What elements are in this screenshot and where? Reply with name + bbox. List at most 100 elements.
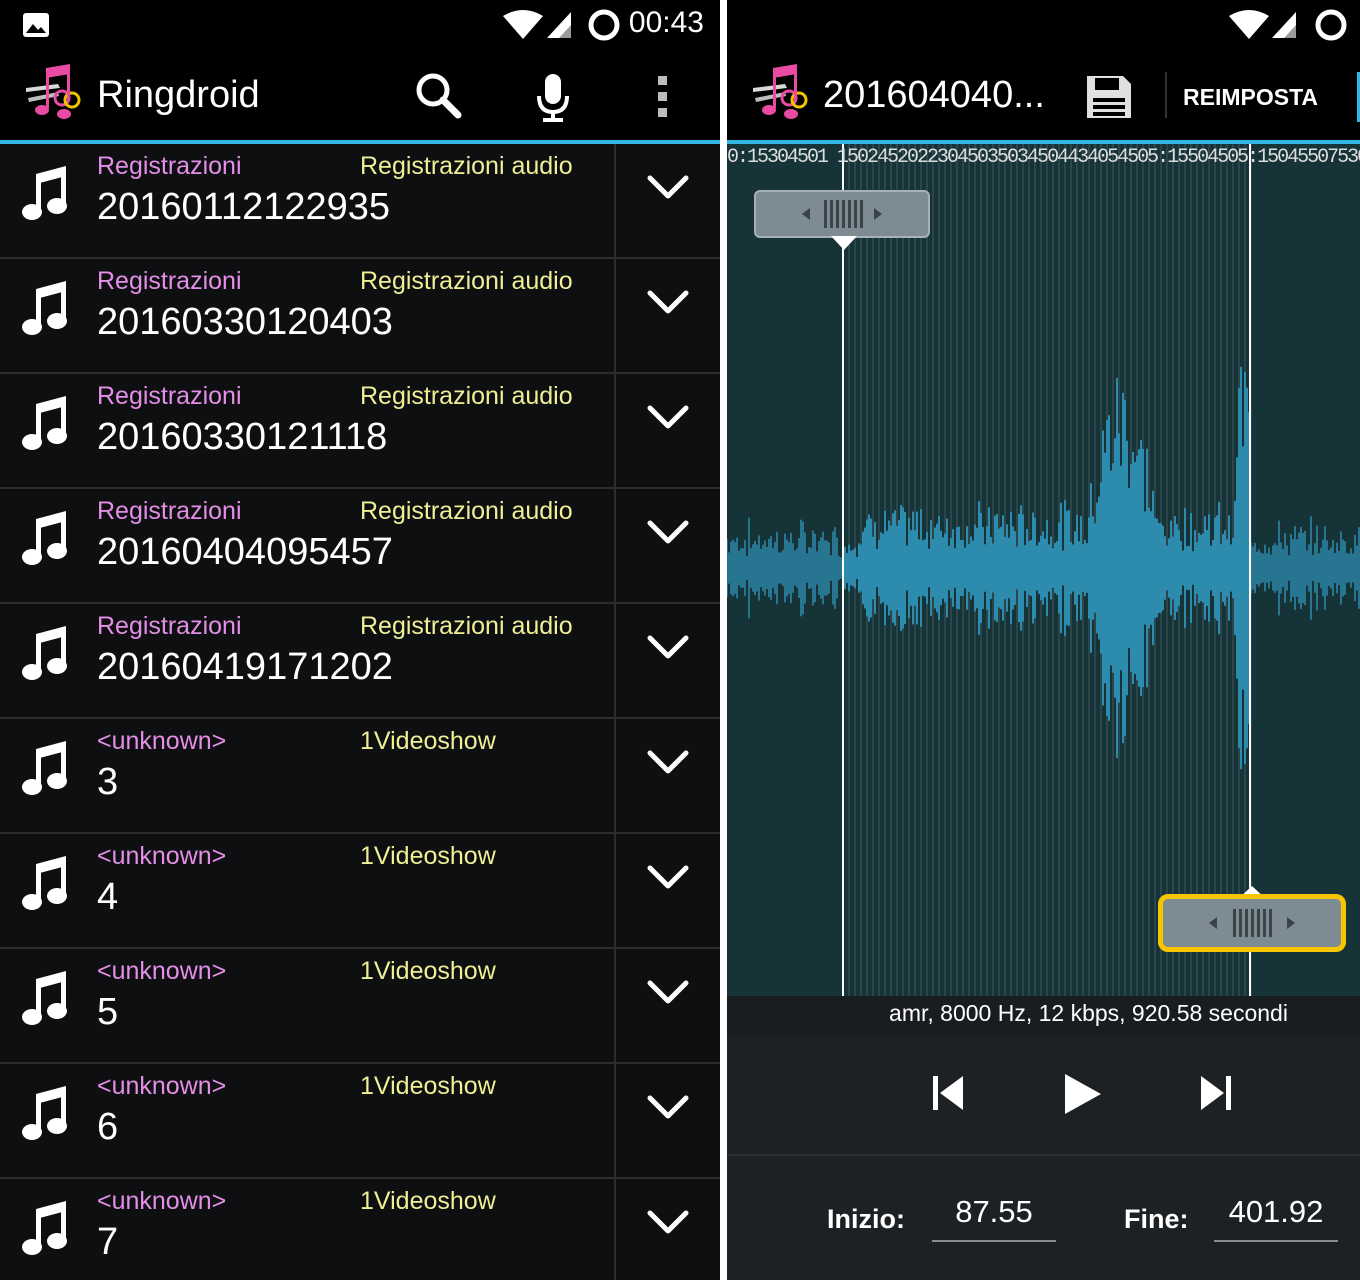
waveform-graphic: [727, 144, 1360, 996]
status-time: 00:43: [628, 6, 704, 39]
search-icon[interactable]: [413, 70, 463, 120]
item-title: 6: [97, 1106, 119, 1148]
save-icon[interactable]: [1085, 74, 1133, 120]
ringdroid-logo-icon[interactable]: [751, 64, 813, 122]
item-title: 20160112122935: [97, 186, 391, 228]
item-artist: Registrazioni: [97, 612, 242, 640]
music-note-icon: [22, 511, 67, 565]
expand-button[interactable]: [616, 259, 720, 372]
item-artist: <unknown>: [97, 1187, 227, 1215]
expand-button[interactable]: [616, 604, 720, 717]
gallery-notification-icon: [23, 13, 49, 37]
item-artist: <unknown>: [97, 842, 227, 870]
expand-button[interactable]: [616, 374, 720, 487]
music-note-icon: [22, 1201, 67, 1255]
editor-action-bar: 201604040... REIMPOSTA: [727, 48, 1360, 140]
end-label: Fine:: [1124, 1204, 1189, 1234]
music-note-icon: [22, 626, 67, 680]
item-title: 20160330121118: [97, 416, 388, 458]
play-icon[interactable]: [1063, 1072, 1103, 1116]
drag-grip-icon: [802, 200, 882, 228]
battery-charging-icon: [1315, 9, 1347, 41]
list-item[interactable]: Registrazioni Registrazioni audio 201603…: [0, 374, 720, 489]
start-marker-pointer: [831, 236, 857, 250]
list-item[interactable]: <unknown> 1Videoshow 6: [0, 1064, 720, 1179]
chevron-down-icon: [647, 750, 689, 774]
item-album: Registrazioni audio: [360, 267, 573, 295]
file-info: amr, 8000 Hz, 12 kbps, 920.58 secondi: [889, 1000, 1288, 1026]
item-title: 3: [97, 761, 119, 803]
wifi-icon: [1229, 10, 1269, 39]
chevron-down-icon: [647, 635, 689, 659]
item-title: 20160404095457: [97, 531, 393, 573]
skip-next-icon[interactable]: [1199, 1074, 1233, 1112]
item-artist: Registrazioni: [97, 382, 242, 410]
ringdroid-logo-icon: [26, 64, 81, 119]
item-album: Registrazioni audio: [360, 497, 573, 525]
start-time-field[interactable]: 87.55: [932, 1194, 1056, 1242]
music-note-icon: [22, 281, 67, 335]
list-item[interactable]: <unknown> 1Videoshow 3: [0, 719, 720, 834]
microphone-icon[interactable]: [534, 72, 572, 124]
ringdroid-editor-screen: 201604040... REIMPOSTA 0:15304501 150245…: [727, 0, 1360, 1280]
music-note-icon: [22, 971, 67, 1025]
music-note-icon: [22, 741, 67, 795]
signal-icon: [1272, 12, 1296, 38]
item-artist: <unknown>: [97, 957, 227, 985]
playback-controls: [727, 1036, 1360, 1154]
item-album: Registrazioni audio: [360, 382, 573, 410]
item-title: 4: [97, 876, 119, 918]
chevron-down-icon: [647, 865, 689, 889]
start-marker-handle[interactable]: [754, 190, 930, 238]
trim-fields: Inizio: 87.55 Fine: 401.92: [727, 1154, 1360, 1280]
expand-button[interactable]: [616, 834, 720, 947]
overflow-menu-icon[interactable]: [652, 74, 674, 120]
item-artist: <unknown>: [97, 727, 227, 755]
end-marker-handle[interactable]: [1158, 894, 1346, 952]
item-album: Registrazioni audio: [360, 152, 573, 180]
editor-title: 201604040...: [823, 74, 1045, 116]
item-title: 20160419171202: [97, 646, 393, 688]
screen-divider: [720, 0, 727, 1280]
drag-grip-icon: [1209, 909, 1295, 937]
skip-previous-icon[interactable]: [931, 1074, 965, 1112]
expand-button[interactable]: [616, 1179, 720, 1280]
list-item[interactable]: <unknown> 1Videoshow 5: [0, 949, 720, 1064]
item-title: 5: [97, 991, 119, 1033]
list-item[interactable]: <unknown> 1Videoshow 7: [0, 1179, 720, 1280]
list-item[interactable]: Registrazioni Registrazioni audio 201603…: [0, 259, 720, 374]
action-bar: Ringdroid: [0, 48, 720, 140]
item-title: 7: [97, 1221, 119, 1263]
expand-button[interactable]: [616, 1064, 720, 1177]
item-album: 1Videoshow: [360, 1072, 496, 1100]
item-title: 20160330120403: [97, 301, 393, 343]
list-item[interactable]: Registrazioni Registrazioni audio 201604…: [0, 604, 720, 719]
chevron-down-icon: [647, 290, 689, 314]
app-title: Ringdroid: [97, 74, 260, 116]
list-item[interactable]: <unknown> 1Videoshow 4: [0, 834, 720, 949]
status-bar-right: [727, 0, 1360, 48]
end-time-field[interactable]: 401.92: [1214, 1194, 1338, 1242]
expand-button[interactable]: [616, 144, 720, 257]
expand-button[interactable]: [616, 949, 720, 1062]
list-item[interactable]: Registrazioni Registrazioni audio 201601…: [0, 144, 720, 259]
status-bar: 00:43: [0, 0, 720, 48]
list-item[interactable]: Registrazioni Registrazioni audio 201604…: [0, 489, 720, 604]
ringdroid-list-screen: 00:43 Ringdroid Registrazioni Registrazi…: [0, 0, 720, 1280]
waveform-view[interactable]: [727, 144, 1360, 996]
chevron-down-icon: [647, 1095, 689, 1119]
item-album: 1Videoshow: [360, 842, 496, 870]
chevron-down-icon: [647, 520, 689, 544]
item-album: 1Videoshow: [360, 1187, 496, 1215]
item-artist: Registrazioni: [97, 152, 242, 180]
music-note-icon: [22, 396, 67, 450]
expand-button[interactable]: [616, 489, 720, 602]
chevron-down-icon: [647, 175, 689, 199]
chevron-down-icon: [647, 980, 689, 1004]
expand-button[interactable]: [616, 719, 720, 832]
item-album: Registrazioni audio: [360, 612, 573, 640]
chevron-down-icon: [647, 405, 689, 429]
music-note-icon: [22, 856, 67, 910]
item-artist: Registrazioni: [97, 497, 242, 525]
reset-button[interactable]: REIMPOSTA: [1183, 84, 1318, 111]
